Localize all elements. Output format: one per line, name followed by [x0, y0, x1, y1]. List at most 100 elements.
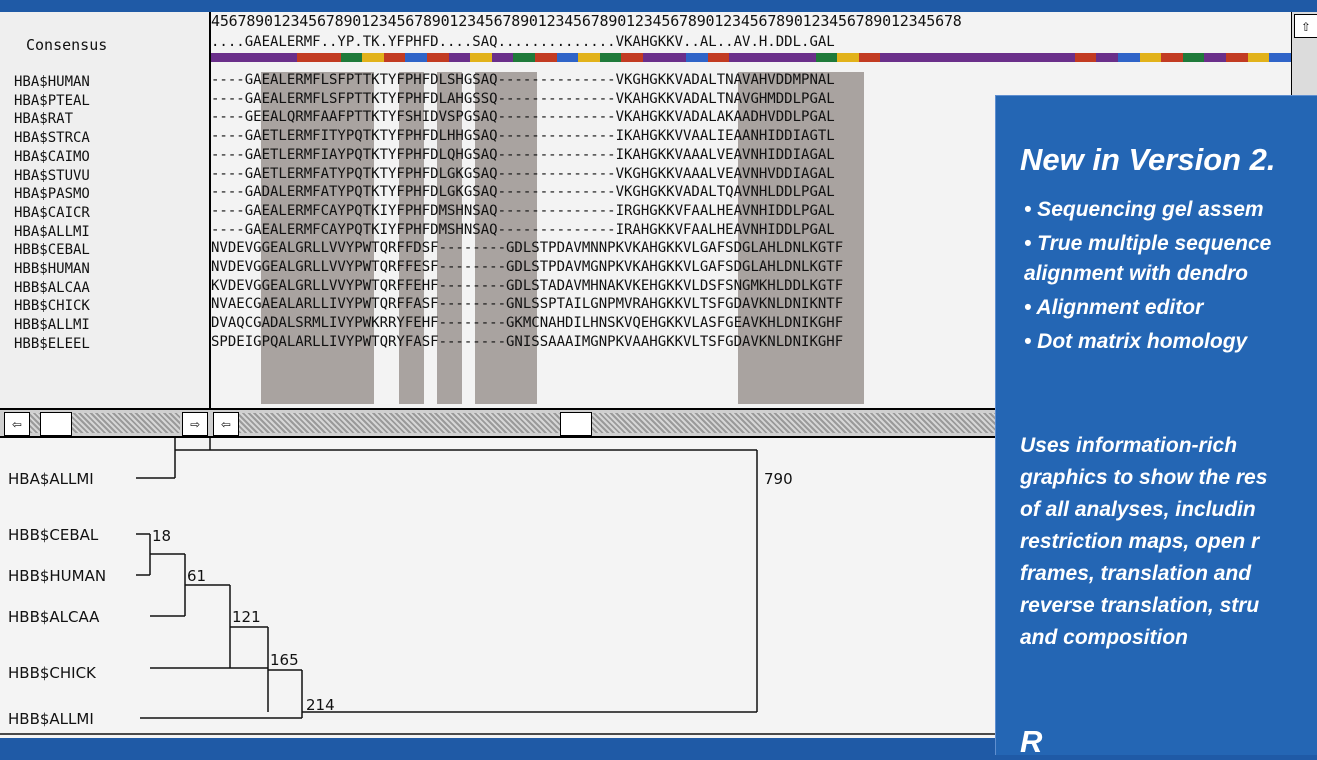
sequence-row[interactable]: ----GAETLERMFIAYPQTKTYFPHFDLQHGSAQ------…: [211, 147, 835, 163]
conservation-segment: [1182, 53, 1205, 62]
align-scroll-left-icon[interactable]: ⇦: [213, 412, 239, 436]
sequence-name[interactable]: HBA$ALLMI: [14, 224, 90, 240]
conservation-segment: [1247, 53, 1270, 62]
conservation-segment: [232, 53, 255, 62]
conservation-segment: [1161, 53, 1183, 62]
conservation-segment: [621, 53, 643, 62]
sequence-row[interactable]: NVAECGAEALARLLIVYPWTQRFFASF--------GNLSS…: [211, 296, 843, 312]
sequence-name[interactable]: HBA$STUVU: [14, 168, 90, 184]
sequence-name[interactable]: HBB$CEBAL: [14, 242, 90, 258]
tree-leaf[interactable]: HBB$HUMAN: [8, 567, 106, 585]
sequence-row[interactable]: ----GAETLERMFATYPQTKTYFPHFDLGKGSAQ------…: [211, 166, 835, 182]
sequence-row[interactable]: SPDEIGPQALARLLIVYPWTQRYFASF--------GNISS…: [211, 334, 843, 350]
conservation-segment: [1139, 53, 1162, 62]
conservation-segment: [340, 53, 363, 62]
sequence-name[interactable]: HBA$STRCA: [14, 130, 90, 146]
dendrogram-pane: HBA$ALLMI HBB$CEBAL HBB$HUMAN HBB$ALCAA …: [0, 438, 995, 738]
conservation-color-bar: [211, 53, 1291, 62]
conservation-segment: [686, 53, 708, 62]
sequence-row[interactable]: ----GAEALERMFCAYPQTKIYFPHFDMSHNSAQ------…: [211, 203, 835, 219]
conservation-segment: [858, 53, 881, 62]
conservation-segment: [1204, 53, 1226, 62]
names-scroll-left-icon[interactable]: ⇦: [4, 412, 30, 436]
conservation-segment: [988, 53, 1010, 62]
sequence-name[interactable]: HBA$HUMAN: [14, 74, 90, 90]
top-strip: [0, 0, 1317, 12]
align-scroll-track[interactable]: [239, 413, 999, 433]
names-scroll-right-icon[interactable]: ⇨: [182, 412, 208, 436]
conservation-segment: [362, 53, 384, 62]
conservation-segment: [556, 53, 579, 62]
conservation-segment: [664, 53, 687, 62]
sequence-name[interactable]: HBA$PASMO: [14, 186, 90, 202]
sequence-row[interactable]: ----GEEALQRMFAAFPTTKTYFSHIDVSPGSAQ------…: [211, 109, 835, 125]
consensus-label: Consensus: [26, 36, 108, 54]
tree-leaf[interactable]: HBB$ALCAA: [8, 608, 99, 626]
sequence-row[interactable]: NVDEVGGEALGRLLVVYPWTQRFFDSF--------GDLST…: [211, 240, 843, 256]
tree-leaf[interactable]: HBB$CHICK: [8, 664, 96, 682]
sequence-name[interactable]: HBB$CHICK: [14, 298, 90, 314]
conservation-segment: [405, 53, 427, 62]
sequence-name[interactable]: HBA$PTEAL: [14, 93, 90, 109]
sequence-name[interactable]: HBB$ALCAA: [14, 280, 90, 296]
sequence-row[interactable]: ----GAEALERMFLSFPTTKTYFPHFDLSHGSAQ------…: [211, 72, 835, 88]
conservation-segment: [1117, 53, 1140, 62]
align-scroll-thumb[interactable]: [560, 412, 592, 436]
sequence-row[interactable]: DVAQCGADALSRMLIVYPWKRRYFEHF--------GKMCN…: [211, 315, 843, 331]
conservation-segment: [1269, 53, 1291, 62]
conservation-segment: [1074, 53, 1097, 62]
sequence-names-pane: Consensus HBA$HUMAN HBA$PTEAL HBA$RAT HBA$S…: [0, 12, 211, 410]
sequence-row[interactable]: ----GAEALERMFCAYPQTKIYFPHFDMSHNSAQ------…: [211, 222, 835, 238]
promo-bullet: • Dot matrix homology: [1024, 330, 1248, 353]
sequence-row[interactable]: KVDEVGGEALGRLLVVYPWTQRFFEHF--------GDLST…: [211, 278, 843, 294]
conservation-segment: [470, 53, 492, 62]
conservation-segment: [1053, 53, 1075, 62]
promo-bullet: • Alignment editor: [1024, 296, 1204, 319]
conservation-segment: [1009, 53, 1032, 62]
sequence-row[interactable]: ----GADALERMFATYPQTKTYFPHFDLGKGSAQ------…: [211, 184, 835, 200]
branch-distance: 121: [232, 608, 261, 626]
branch-distance: 165: [270, 651, 299, 669]
sequence-name[interactable]: HBB$ALLMI: [14, 317, 90, 333]
sequence-name[interactable]: HBB$HUMAN: [14, 261, 90, 277]
branch-distance: 790: [764, 470, 793, 488]
sequence-name[interactable]: HBA$CAICR: [14, 205, 90, 221]
conservation-segment: [880, 53, 902, 62]
consensus-sequence: ....GAEALERMF..YP.TK.YFPHFD....SAQ......…: [211, 34, 835, 50]
sequence-name[interactable]: HBB$ELEEL: [14, 336, 90, 352]
promo-footer-letter: R: [1020, 724, 1043, 759]
conservation-segment: [1225, 53, 1248, 62]
sequence-row[interactable]: ----GAETLERMFITYPQTKTYFPHFDLHHGSAQ------…: [211, 128, 835, 144]
sequence-row[interactable]: ----GAEALERMFLSFPTTKTYFPHFDLAHGSSQ------…: [211, 91, 835, 107]
version-promo-panel: New in Version 2. • Sequencing gel assem…: [995, 95, 1317, 759]
promo-bullet: • Sequencing gel assem: [1024, 198, 1264, 221]
branch-distance: 18: [152, 527, 172, 545]
names-scroll-thumb[interactable]: [40, 412, 72, 436]
conservation-segment: [837, 53, 859, 62]
conservation-segment: [707, 53, 730, 62]
conservation-segment: [642, 53, 665, 62]
position-ruler: 4567890123456789012345678901234567890123…: [211, 12, 962, 30]
conservation-segment: [966, 53, 989, 62]
promo-paragraph: Uses information-rich graphics to show t…: [1020, 434, 1268, 649]
tree-leaf[interactable]: HBA$ALLMI: [8, 470, 94, 488]
conservation-segment: [599, 53, 622, 62]
conservation-segment: [750, 53, 773, 62]
conservation-segment: [275, 53, 298, 62]
scroll-up-icon[interactable]: ⇧: [1294, 14, 1317, 38]
sequence-row[interactable]: NVDEVGGEALGRLLVVYPWTQRFFESF--------GDLST…: [211, 259, 843, 275]
tree-leaf[interactable]: HBB$CEBAL: [8, 526, 98, 544]
tree-leaf[interactable]: HBB$ALLMI: [8, 710, 94, 728]
sequence-name[interactable]: HBA$CAIMO: [14, 149, 90, 165]
conservation-segment: [491, 53, 514, 62]
conservation-segment: [1031, 53, 1054, 62]
conservation-segment: [729, 53, 751, 62]
conservation-segment: [902, 53, 924, 62]
branch-distance: 214: [306, 696, 335, 714]
branch-distance: 61: [187, 567, 207, 585]
conservation-segment: [383, 53, 406, 62]
conservation-segment: [1096, 53, 1118, 62]
sequence-name[interactable]: HBA$RAT: [14, 111, 73, 127]
dendrogram-lines: [0, 438, 995, 735]
conservation-segment: [945, 53, 967, 62]
